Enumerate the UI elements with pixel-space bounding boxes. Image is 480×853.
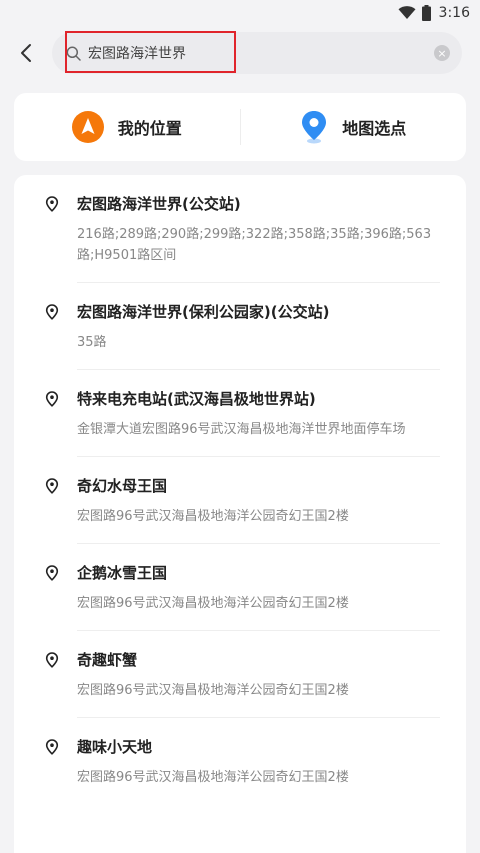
list-item[interactable]: 宏图路海洋世界(公交站) 216路;289路;290路;299路;322路;35… [14, 175, 466, 283]
clear-search-button[interactable]: × [434, 45, 450, 61]
result-title: 奇幻水母王国 [77, 477, 168, 495]
quick-actions-card: 我的位置 地图选点 [14, 93, 466, 161]
location-pin-icon [45, 739, 59, 755]
list-item[interactable]: 特来电充电站(武汉海昌极地世界站) 金银潭大道宏图路96号武汉海昌极地海洋世界地… [14, 370, 466, 457]
result-subtitle: 35路 [77, 335, 107, 350]
back-button[interactable] [14, 33, 38, 73]
map-pick-button[interactable]: 地图选点 [241, 93, 467, 161]
search-icon [66, 46, 81, 61]
result-title: 宏图路海洋世界(保利公园家)(公交站) [77, 303, 330, 321]
search-input[interactable] [88, 45, 434, 61]
location-pin-icon [45, 478, 59, 494]
location-pin-icon [45, 196, 59, 212]
chevron-left-icon [21, 44, 31, 62]
map-pick-label: 地图选点 [342, 119, 407, 138]
location-pin-icon [45, 652, 59, 668]
list-item[interactable]: 企鹅冰雪王国 宏图路96号武汉海昌极地海洋公园奇幻王国2楼 [14, 544, 466, 631]
status-time: 3:16 [438, 5, 470, 21]
my-location-label: 我的位置 [117, 119, 182, 138]
location-pin-icon [45, 304, 59, 320]
location-pin-icon [45, 565, 59, 581]
result-title: 奇趣虾蟹 [77, 651, 138, 669]
result-subtitle: 宏图路96号武汉海昌极地海洋公园奇幻王国2楼 [77, 683, 349, 698]
search-row: × [0, 26, 480, 80]
list-item[interactable]: 奇幻水母王国 宏图路96号武汉海昌极地海洋公园奇幻王国2楼 [14, 457, 466, 544]
result-title: 趣味小天地 [77, 738, 153, 756]
result-subtitle: 宏图路96号武汉海昌极地海洋公园奇幻王国2楼 [77, 770, 349, 785]
location-pin-icon [45, 391, 59, 407]
result-subtitle: 宏图路96号武汉海昌极地海洋公园奇幻王国2楼 [77, 509, 349, 524]
result-title: 宏图路海洋世界(公交站) [77, 195, 241, 213]
navigation-arrow-icon [71, 111, 104, 143]
battery-icon [421, 5, 431, 21]
my-location-button[interactable]: 我的位置 [14, 93, 240, 161]
result-subtitle: 216路;289路;290路;299路;322路;358路;35路;396路;5… [77, 227, 432, 263]
list-item[interactable]: 奇趣虾蟹 宏图路96号武汉海昌极地海洋公园奇幻王国2楼 [14, 631, 466, 718]
search-box[interactable]: × [52, 32, 462, 74]
result-subtitle: 金银潭大道宏图路96号武汉海昌极地海洋世界地面停车场 [77, 422, 406, 437]
list-item[interactable]: 趣味小天地 宏图路96号武汉海昌极地海洋公园奇幻王国2楼 [14, 718, 466, 804]
results-list: 宏图路海洋世界(公交站) 216路;289路;290路;299路;322路;35… [14, 175, 466, 853]
map-pin-icon [302, 111, 327, 144]
result-subtitle: 宏图路96号武汉海昌极地海洋公园奇幻王国2楼 [77, 596, 349, 611]
result-title: 特来电充电站(武汉海昌极地世界站) [77, 390, 316, 408]
wifi-icon [398, 6, 416, 19]
close-icon: × [437, 46, 447, 60]
result-title: 企鹅冰雪王国 [77, 564, 168, 582]
status-bar: 3:16 [0, 0, 480, 26]
list-item[interactable]: 宏图路海洋世界(保利公园家)(公交站) 35路 [14, 283, 466, 370]
